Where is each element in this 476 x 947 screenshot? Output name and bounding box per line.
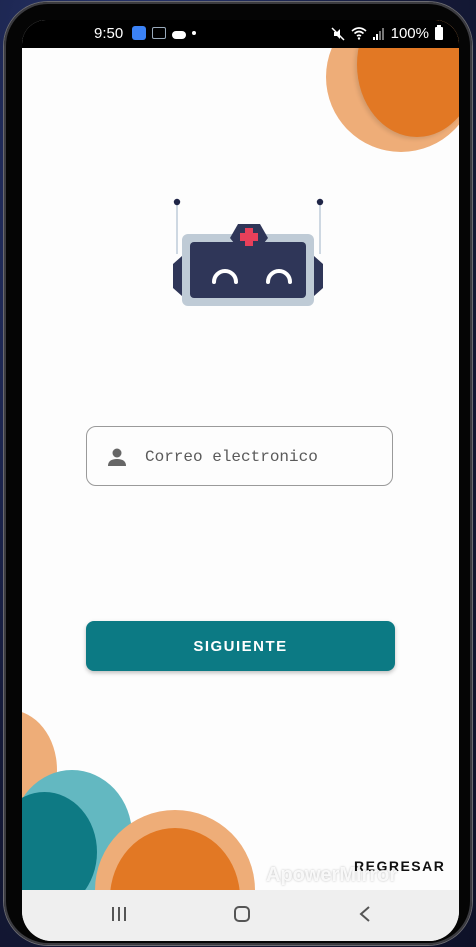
robot-logo-icon: [173, 198, 324, 306]
email-input[interactable]: [145, 437, 380, 477]
dot-icon: [192, 31, 196, 35]
status-time: 9:50: [94, 25, 124, 42]
home-icon[interactable]: [233, 905, 251, 923]
phone-frame: 9:50 100% Correo electronico SIGUIENTE R…: [4, 2, 472, 945]
person-icon: [108, 448, 126, 466]
wifi-icon: [351, 27, 367, 40]
email-field[interactable]: [86, 426, 393, 486]
status-notification-icons: [132, 26, 196, 40]
status-system-icons: 100%: [331, 25, 443, 42]
battery-icon: [435, 25, 443, 40]
page-background: 9:50 100% Correo electronico SIGUIENTE R…: [0, 0, 476, 947]
signal-icon: [372, 27, 384, 40]
next-button-label: SIGUIENTE: [193, 637, 288, 655]
back-nav-icon[interactable]: [358, 905, 372, 923]
navigation-bar: [22, 890, 459, 941]
watermark-text: ApowerMirror: [266, 864, 398, 886]
status-bar: 9:50 100%: [22, 20, 459, 48]
app-badge-icon: [132, 26, 146, 40]
app-screen: 9:50 100% Correo electronico SIGUIENTE R…: [22, 20, 459, 941]
notification-icon: [152, 27, 166, 39]
mute-icon: [331, 26, 345, 41]
next-button[interactable]: SIGUIENTE: [86, 621, 395, 671]
battery-percent: 100%: [390, 25, 429, 42]
cloud-icon: [172, 30, 186, 39]
recents-icon[interactable]: [110, 905, 128, 923]
